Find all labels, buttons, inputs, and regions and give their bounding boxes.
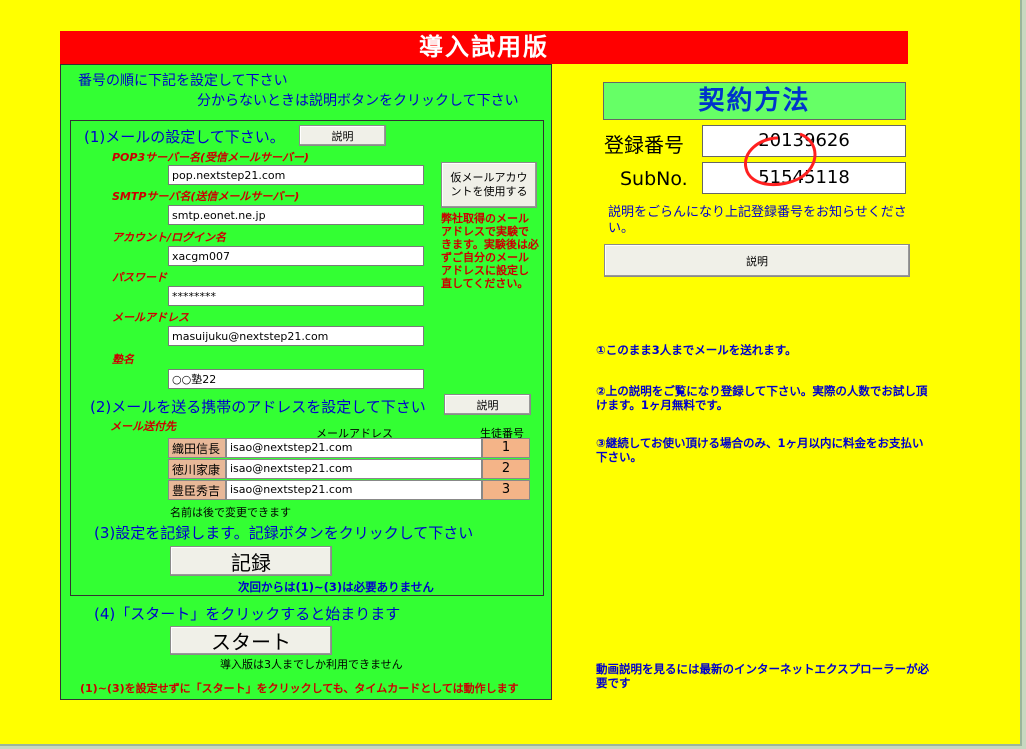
pop3-input[interactable]	[168, 165, 424, 185]
sub-number-label: SubNo.	[620, 168, 688, 190]
registration-number-label: 登録番号	[604, 133, 684, 157]
account-input[interactable]	[168, 246, 424, 266]
step4-heading: (4)「スタート」をクリックすると始まります	[94, 605, 401, 623]
smtp-label: SMTPサーバ名(送信メールサーバー)	[112, 190, 300, 203]
intro-text-2: 分からないときは説明ボタンをクリックして下さい	[197, 93, 519, 109]
start-note: 導入版は3人までしか利用できません	[220, 658, 403, 671]
contract-method-title: 契約方法	[603, 82, 906, 120]
start-button[interactable]: スタート	[170, 626, 332, 655]
table-row-mail[interactable]: isao@nextstep21.com	[226, 459, 482, 479]
table-row-mail[interactable]: isao@nextstep21.com	[226, 480, 482, 500]
table-row-number[interactable]: 1	[482, 438, 530, 458]
explain-button-step2[interactable]: 説明	[444, 394, 531, 415]
password-label: パスワード	[112, 271, 167, 284]
juku-name-label: 塾名	[112, 353, 134, 366]
table-row-number[interactable]: 2	[482, 459, 530, 479]
mail-address-label: メールアドレス	[112, 311, 189, 324]
step2-heading: (2)メールを送る携帯のアドレスを設定して下さい	[90, 398, 426, 416]
explain-button-contract[interactable]: 説明	[604, 244, 910, 277]
info-note-3: ③継続してお使い頂ける場合のみ、1ヶ月以内に料金をお支払い下さい。	[596, 436, 924, 464]
step1-heading: (1)メールの設定して下さい。	[84, 128, 285, 146]
registration-explain-text: 説明をごらんになり上記登録番号をお知らせください。	[608, 205, 907, 236]
table-row-number[interactable]: 3	[482, 480, 530, 500]
account-label: アカウント/ログイン名	[112, 231, 227, 244]
bottom-note: (1)~(3)を設定せずに「スタート」をクリックしても、タイムカードとしては動作…	[80, 682, 519, 695]
table-row-name[interactable]: 豊臣秀吉	[168, 480, 226, 500]
pop3-label: POP3サーバー名(受信メールサーバー)	[112, 151, 309, 164]
table-row-name[interactable]: 徳川家康	[168, 459, 226, 479]
password-input[interactable]	[168, 286, 424, 306]
table-row-name[interactable]: 織田信長	[168, 438, 226, 458]
red-circle-annotation	[743, 132, 817, 187]
step3-heading: (3)設定を記録します。記録ボタンをクリックして下さい	[94, 524, 474, 542]
record-note: 次回からは(1)~(3)は必要ありません	[238, 580, 434, 594]
info-note-1: ①このまま3人までメールを送れます。	[596, 343, 797, 357]
intro-text-1: 番号の順に下記を設定して下さい	[78, 73, 288, 89]
name-change-note: 名前は後で変更できます	[170, 506, 291, 519]
juku-name-input[interactable]	[168, 369, 424, 389]
temp-account-note: 弊社取得のメールアドレスで実験できます。実験後は必ずご自分のメールアドレスに設定…	[441, 212, 539, 290]
page-title: 導入試用版	[60, 31, 908, 64]
info-note-4: 動画説明を見るには最新のインターネットエクスプローラーが必要です	[596, 662, 930, 690]
info-note-2: ②上の説明をご覧になり登録して下さい。実際の人数でお試し頂けます。1ヶ月無料です…	[596, 384, 928, 412]
send-to-label: メール送付先	[110, 420, 176, 433]
record-button[interactable]: 記録	[170, 546, 332, 576]
temp-account-button[interactable]: 仮メールアカウントを使用する	[441, 162, 537, 208]
explain-button-step1[interactable]: 説明	[299, 125, 386, 146]
smtp-input[interactable]	[168, 205, 424, 225]
mail-address-input[interactable]	[168, 326, 424, 346]
table-row-mail[interactable]: isao@nextstep21.com	[226, 438, 482, 458]
